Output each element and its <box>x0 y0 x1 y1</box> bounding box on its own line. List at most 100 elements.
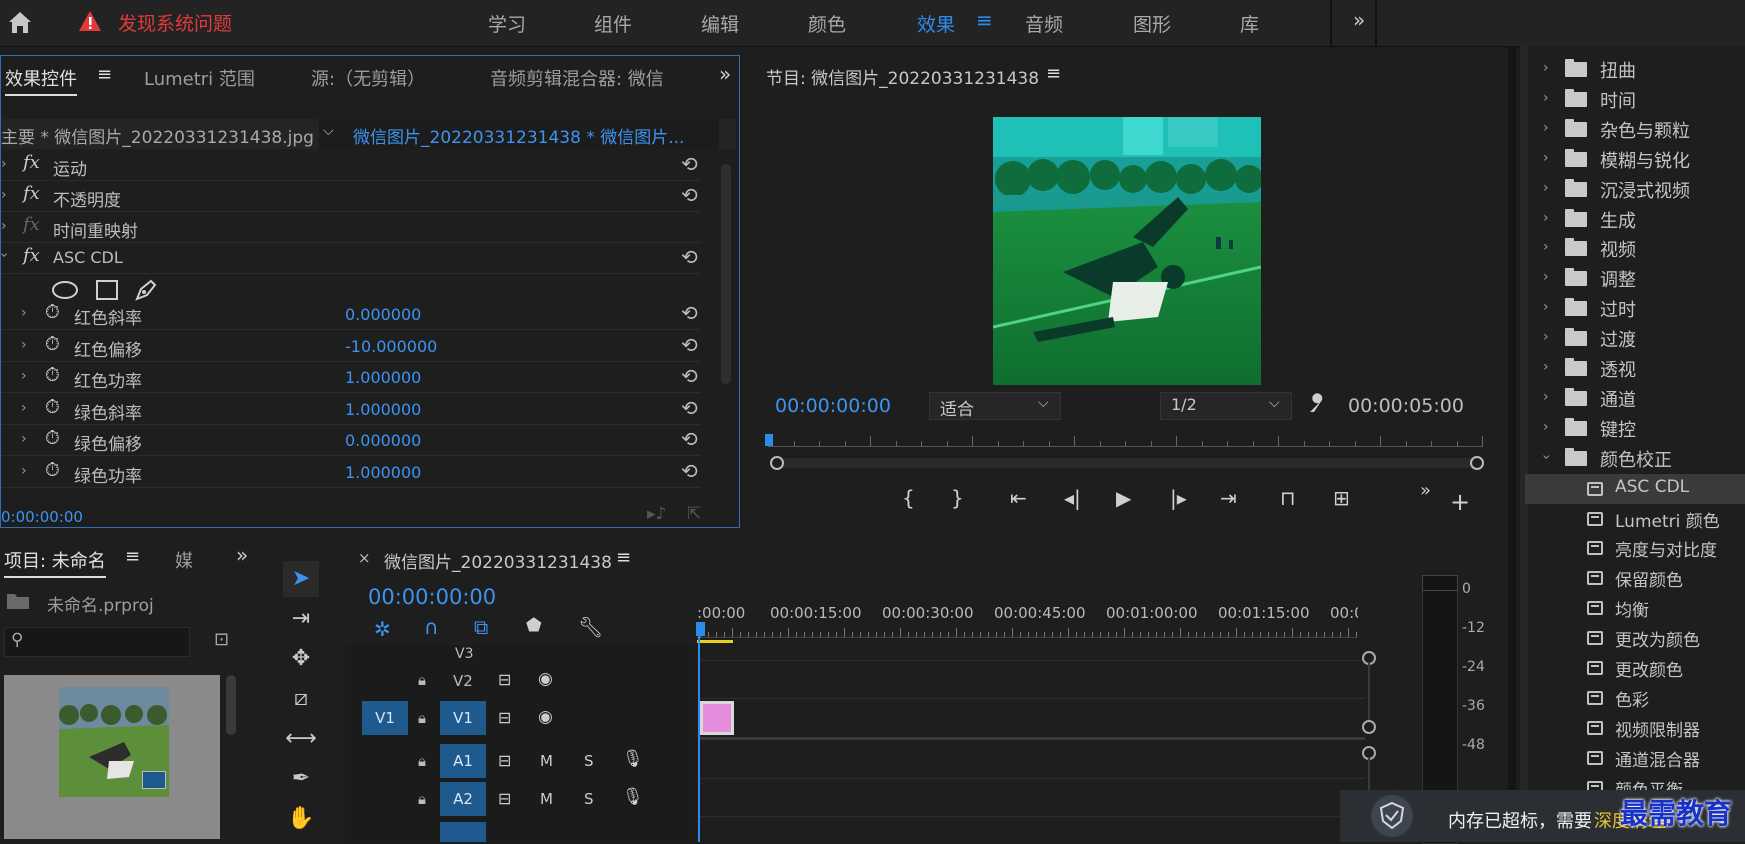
effects-folder[interactable]: › 时间 <box>1525 85 1745 115</box>
fx-row-asc-cdl[interactable]: › fx ASC CDL ⟲ <box>0 243 701 274</box>
mute-button[interactable]: M <box>540 752 553 770</box>
scrollbar[interactable] <box>226 675 236 735</box>
chevron-right-icon[interactable]: › <box>1543 120 1549 136</box>
chevron-right-icon[interactable]: › <box>1543 239 1549 255</box>
effect-item[interactable]: 亮度与对比度 <box>1525 533 1745 563</box>
zoom-handle-left[interactable] <box>770 456 784 470</box>
mark-out-icon[interactable]: } <box>951 486 964 510</box>
param-value[interactable]: 0.000000 <box>345 305 421 324</box>
chevron-right-icon[interactable]: › <box>21 337 27 353</box>
param-row[interactable]: › ⏱︎ 绿色斜率 1.000000 ⟲ <box>1 394 701 425</box>
workspace-menu-icon[interactable]: ≡ <box>976 8 993 32</box>
effects-folder[interactable]: › 透视 <box>1525 354 1745 384</box>
tab-effect-controls[interactable]: 效果控件 <box>5 65 77 96</box>
panel-menu-icon[interactable]: ≡ <box>1046 63 1061 84</box>
reset-icon[interactable]: ⟲ <box>681 301 698 325</box>
stopwatch-icon[interactable]: ⏱︎ <box>45 427 60 449</box>
chevron-down-icon[interactable]: ⌵ <box>323 123 334 139</box>
lock-icon[interactable]: 🔒︎ <box>418 671 426 689</box>
tab-media[interactable]: 媒 <box>175 547 193 573</box>
lock-icon[interactable]: 🔒︎ <box>418 790 426 808</box>
step-forward-icon[interactable]: |▸ <box>1170 486 1187 510</box>
effects-folder[interactable]: › 杂色与颗粒 <box>1525 115 1745 145</box>
track-label-v3[interactable]: V3 <box>455 646 473 662</box>
fx-row-motion[interactable]: › fx 运动 ⟲ <box>1 150 701 181</box>
ripple-edit-tool-icon[interactable]: ✥ <box>283 641 319 677</box>
fx-icon[interactable]: fx <box>23 245 40 266</box>
extract-icon[interactable]: ⊞ <box>1333 486 1350 510</box>
hand-tool-icon[interactable]: ✋ <box>283 801 319 837</box>
program-monitor-title[interactable]: 节目: 微信图片_20220331231438 <box>766 64 1039 89</box>
solo-button[interactable]: S <box>584 752 594 770</box>
workspace-tab-audio[interactable]: 音频 <box>1025 10 1063 37</box>
workspace-tab-assembly[interactable]: 组件 <box>594 10 632 37</box>
effect-item[interactable]: ASC CDL <box>1525 473 1745 504</box>
reset-icon[interactable]: ⟲ <box>681 459 698 483</box>
double-chevron-right-icon[interactable]: » <box>1420 480 1431 501</box>
marker-icon[interactable]: ⬟ <box>526 615 542 636</box>
param-row[interactable]: › ⏱︎ 红色功率 1.000000 ⟲ <box>1 362 701 393</box>
effect-item[interactable]: 保留颜色 <box>1525 563 1745 593</box>
param-row[interactable]: › ⏱︎ 红色斜率 0.000000 ⟲ <box>1 299 701 330</box>
panel-menu-icon[interactable]: ≡ <box>125 546 140 567</box>
sequence-clip-label[interactable]: 微信图片_20220331231438 * 微信图片... <box>353 123 693 148</box>
effects-folder[interactable]: › 过渡 <box>1525 324 1745 354</box>
param-row[interactable]: › ⏱︎ 绿色功率 1.000000 ⟲ <box>1 457 701 488</box>
wrench-icon[interactable]: 🔧︎ <box>578 615 603 639</box>
chevron-down-icon[interactable]: › <box>0 252 12 258</box>
pen-tool-icon[interactable]: ✒ <box>283 761 319 797</box>
search-input[interactable]: ⚲ <box>4 627 190 657</box>
effect-item[interactable]: 通道混合器 <box>1525 743 1745 773</box>
stopwatch-icon[interactable]: ⏱︎ <box>45 396 60 418</box>
timeline-playhead[interactable] <box>696 622 705 636</box>
effects-folder[interactable]: › 生成 <box>1525 205 1745 235</box>
source-patch-v1[interactable]: V1 <box>362 701 408 735</box>
reset-icon[interactable]: ⟲ <box>681 152 698 176</box>
rectangle-mask-icon[interactable] <box>95 279 119 301</box>
effect-item[interactable]: 更改为颜色 <box>1525 623 1745 653</box>
sync-lock-icon[interactable]: ⊟ <box>498 708 511 727</box>
param-value[interactable]: 0.000000 <box>345 431 421 450</box>
chevron-right-icon[interactable]: › <box>21 305 27 321</box>
chevron-right-icon[interactable]: › <box>1543 60 1549 76</box>
track-label-a2[interactable]: A2 <box>440 782 486 816</box>
chevron-right-icon[interactable]: › <box>1543 150 1549 166</box>
microphone-icon[interactable]: 🎙︎ <box>622 787 644 807</box>
effects-folder[interactable]: › 通道 <box>1525 384 1745 414</box>
effects-folder[interactable]: › 沉浸式视频 <box>1525 175 1745 205</box>
linked-selection-icon[interactable]: ⧉ <box>474 615 488 639</box>
chevron-right-icon[interactable]: › <box>21 463 27 479</box>
workspace-tab-color[interactable]: 颜色 <box>808 10 846 37</box>
close-icon[interactable]: × <box>358 549 371 567</box>
effects-folder[interactable]: › 视频 <box>1525 234 1745 264</box>
resolution-dropdown[interactable]: 1/2 ⌵ <box>1160 392 1292 420</box>
vertical-zoom-handle[interactable] <box>1362 720 1376 734</box>
lock-icon[interactable]: 🔒︎ <box>418 752 426 770</box>
workspace-tab-editing[interactable]: 编辑 <box>701 10 739 37</box>
chevron-right-icon[interactable]: › <box>21 368 27 384</box>
stopwatch-icon[interactable]: ⏱︎ <box>45 459 60 481</box>
new-bin-icon[interactable]: ⊡ <box>214 629 229 650</box>
chevron-right-icon[interactable]: › <box>21 400 27 416</box>
slip-tool-icon[interactable]: ⟷ <box>283 721 319 757</box>
zoom-handle-right[interactable] <box>1470 456 1484 470</box>
sync-lock-icon[interactable]: ⊟ <box>498 789 511 808</box>
track-label-a1[interactable]: A1 <box>440 744 486 778</box>
effect-item[interactable]: 均衡 <box>1525 593 1745 623</box>
microphone-icon[interactable]: 🎙︎ <box>622 749 644 769</box>
reset-icon[interactable]: ⟲ <box>681 245 698 269</box>
chevron-right-icon[interactable]: › <box>1543 419 1549 435</box>
reset-icon[interactable]: ⟲ <box>681 333 698 357</box>
tab-lumetri-scopes[interactable]: Lumetri 范围 <box>144 65 255 91</box>
chevron-right-icon[interactable]: › <box>1543 180 1549 196</box>
fx-row-time-remap[interactable]: › fx 时间重映射 <box>1 212 701 243</box>
snap-icon[interactable]: ✲ <box>374 617 391 641</box>
mark-in-icon[interactable]: { <box>902 486 915 510</box>
chevron-right-icon[interactable]: › <box>1 218 7 234</box>
fit-dropdown[interactable]: 适合 ⌵ <box>929 392 1061 420</box>
param-value[interactable]: 1.000000 <box>345 463 421 482</box>
tab-audio-clip-mixer[interactable]: 音频剪辑混合器: 微信 <box>490 65 682 91</box>
sync-lock-icon[interactable]: ⊟ <box>498 670 511 689</box>
effects-folder[interactable]: › 模糊与锐化 <box>1525 145 1745 175</box>
reset-icon[interactable]: ⟲ <box>681 364 698 388</box>
